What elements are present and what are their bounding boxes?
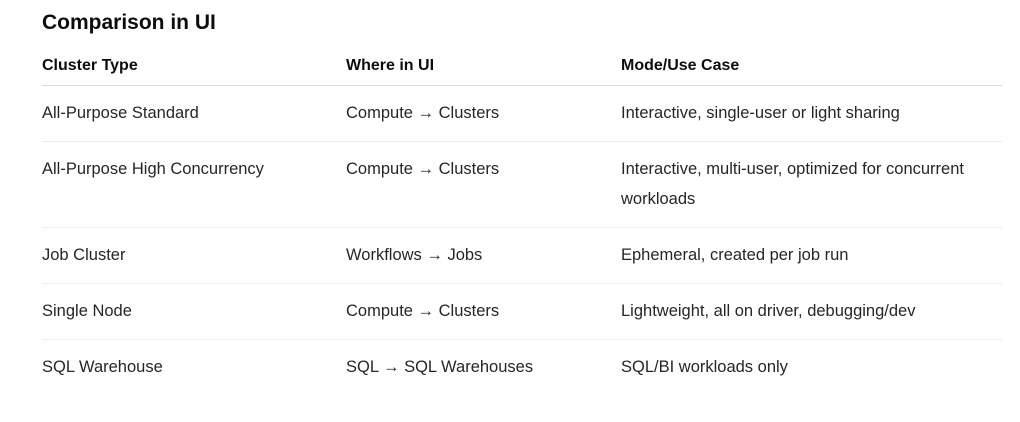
cell-where-in-ui: Compute → Clusters <box>346 141 621 228</box>
table-header-row: Cluster Type Where in UI Mode/Use Case <box>42 48 1002 86</box>
header-cluster-type: Cluster Type <box>42 48 346 86</box>
table-body: All-Purpose Standard Compute → Clusters … <box>42 85 1002 396</box>
table-row: All-Purpose High Concurrency Compute → C… <box>42 141 1002 228</box>
table-row: Job Cluster Workflows → Jobs Ephemeral, … <box>42 227 1002 284</box>
cell-where-in-ui: SQL → SQL Warehouses <box>346 358 534 376</box>
cell-where-in-ui: Compute → Clusters <box>346 85 621 142</box>
cell-mode-use-case: Lightweight, all on driver, debugging/de… <box>621 283 1002 340</box>
table-header: Cluster Type Where in UI Mode/Use Case <box>42 48 1002 86</box>
comparison-table: Cluster Type Where in UI Mode/Use Case A… <box>42 48 1002 395</box>
cell-mode-use-case: SQL/BI workloads only <box>621 358 788 376</box>
cell-where-in-ui: Workflows → Jobs <box>346 227 621 284</box>
cell-cluster-type: All-Purpose Standard <box>42 85 346 142</box>
table-row: SQL Warehouse SQL → SQL Warehouses SQL/B… <box>42 340 1002 396</box>
header-where-in-ui: Where in UI <box>346 48 621 86</box>
header-mode-use-case: Mode/Use Case <box>621 48 1002 86</box>
cell-cluster-type: SQL Warehouse <box>42 358 163 376</box>
cell-where-in-ui: Compute → Clusters <box>346 283 621 340</box>
cell-mode-use-case: Ephemeral, created per job run <box>621 227 1002 284</box>
cell-mode-use-case: Interactive, single-user or light sharin… <box>621 85 1002 142</box>
table-row: All-Purpose Standard Compute → Clusters … <box>42 85 1002 142</box>
cell-cluster-type: Job Cluster <box>42 227 346 284</box>
cell-cluster-type: All-Purpose High Concurrency <box>42 141 346 228</box>
cell-cluster-type: Single Node <box>42 283 346 340</box>
cell-mode-use-case: Interactive, multi-user, optimized for c… <box>621 141 1002 228</box>
table-row: Single Node Compute → Clusters Lightweig… <box>42 283 1002 340</box>
section-title: Comparison in UI <box>42 11 216 34</box>
